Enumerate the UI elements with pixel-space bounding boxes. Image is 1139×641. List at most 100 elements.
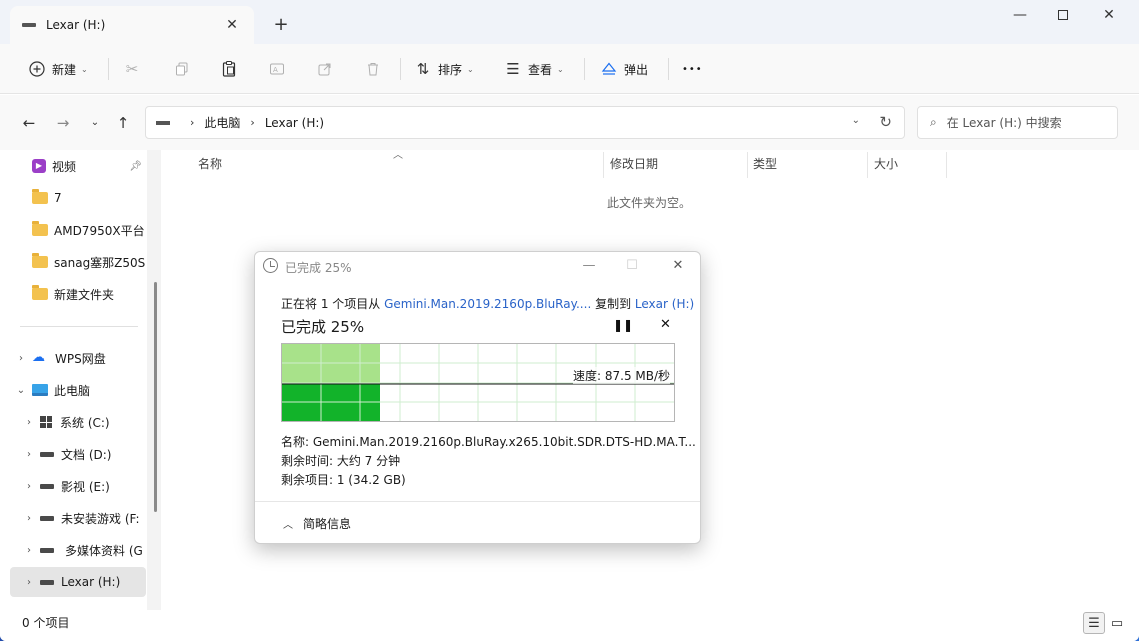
sidebar-item-drive-h[interactable]: › Lexar (H:) bbox=[10, 567, 146, 597]
close-tab-icon[interactable]: ✕ bbox=[222, 17, 242, 33]
sidebar-item-label: WPS网盘 bbox=[55, 351, 106, 366]
dialog-title-bar: 已完成 25% — ☐ ✕ bbox=[255, 252, 700, 280]
sidebar-item-sanag[interactable]: sanag塞那Z50S bbox=[10, 247, 146, 277]
column-divider[interactable] bbox=[946, 152, 947, 178]
chevron-right-icon[interactable]: › bbox=[18, 513, 40, 524]
sort-icon: ⇅ bbox=[416, 60, 430, 78]
chevron-right-icon: › bbox=[250, 116, 255, 129]
sidebar-divider bbox=[20, 326, 138, 327]
sidebar-scrollbar[interactable] bbox=[147, 150, 161, 610]
source-link[interactable]: Gemini.Man.2019.2160p.BluRay.... bbox=[384, 297, 591, 311]
svg-text:A: A bbox=[273, 66, 278, 74]
chevron-right-icon[interactable]: › bbox=[10, 353, 32, 364]
sidebar-item-drive-c[interactable]: › 系统 (C:) bbox=[10, 407, 146, 437]
breadcrumb-this-pc[interactable]: 此电脑 bbox=[204, 114, 240, 131]
computer-icon bbox=[32, 384, 48, 396]
new-button[interactable]: 新建 ⌄ bbox=[28, 54, 88, 84]
chevron-down-icon[interactable]: ⌄ bbox=[10, 385, 32, 396]
chevron-down-icon: ⌄ bbox=[467, 64, 474, 74]
tab-lexar[interactable]: Lexar (H:) ✕ bbox=[10, 6, 254, 44]
refresh-icon[interactable]: ↻ bbox=[879, 113, 892, 131]
copy-progress-dialog: 已完成 25% — ☐ ✕ 正在将 1 个项目从 Gemini.Man.2019… bbox=[254, 251, 701, 544]
folder-icon bbox=[32, 285, 48, 300]
view-label: 查看 bbox=[528, 62, 553, 77]
tiles-view-icon: ▭ bbox=[1110, 615, 1124, 631]
eject-button[interactable]: 弹出 bbox=[600, 54, 648, 84]
sidebar-item-drive-d[interactable]: › 文档 (D:) bbox=[10, 439, 146, 469]
sidebar-item-this-pc[interactable]: ⌄ 此电脑 bbox=[10, 375, 146, 405]
time-remaining: 剩余时间: 大约 7 分钟 bbox=[281, 454, 401, 468]
cut-button[interactable]: ✂ bbox=[123, 54, 147, 84]
breadcrumb-lexar[interactable]: Lexar (H:) bbox=[265, 116, 324, 130]
new-tab-button[interactable]: + bbox=[268, 12, 294, 38]
sidebar-item-drive-f[interactable]: › 未安装游戏 (F: bbox=[10, 503, 146, 533]
view-button[interactable]: ☰ 查看 ⌄ bbox=[504, 54, 564, 84]
column-divider[interactable] bbox=[747, 152, 748, 178]
more-options-button[interactable]: ••• bbox=[682, 54, 703, 84]
chevron-right-icon[interactable]: › bbox=[18, 481, 40, 492]
paste-button[interactable] bbox=[220, 54, 244, 84]
sidebar-item-folder-7[interactable]: 7 bbox=[10, 183, 146, 213]
sidebar-item-new-folder[interactable]: 新建文件夹 bbox=[10, 279, 146, 309]
copy-button[interactable] bbox=[173, 54, 197, 84]
column-header-type[interactable]: 类型 bbox=[753, 150, 777, 179]
chevron-right-icon[interactable]: › bbox=[18, 449, 40, 460]
minimize-button[interactable]: — bbox=[997, 0, 1043, 32]
command-bar: 新建 ⌄ ✂ A ⇅ 排序 ⌄ ☰ 查看 ⌄ 弹出 ••• bbox=[0, 44, 1139, 94]
column-divider[interactable] bbox=[867, 152, 868, 178]
share-button[interactable] bbox=[316, 54, 340, 84]
pause-button[interactable]: ❚❚ bbox=[613, 318, 633, 332]
address-dropdown-icon[interactable]: ⌄ bbox=[852, 115, 860, 126]
sidebar-item-drive-e[interactable]: › 影视 (E:) bbox=[10, 471, 146, 501]
less-details-button[interactable]: ︿ 简略信息 bbox=[283, 515, 351, 532]
cancel-button[interactable]: ✕ bbox=[660, 317, 671, 332]
destination-link[interactable]: Lexar (H:) bbox=[635, 297, 694, 311]
maximize-button[interactable] bbox=[1040, 0, 1086, 32]
up-button[interactable]: ↑ bbox=[112, 112, 134, 134]
chevron-right-icon[interactable]: › bbox=[18, 417, 40, 428]
file-explorer-window: Lexar (H:) ✕ + — ✕ 新建 ⌄ ✂ A ⇅ 排序 ⌄ ☰ 查看 … bbox=[0, 0, 1139, 641]
chevron-down-icon: ⌄ bbox=[557, 64, 564, 74]
sidebar-item-videos[interactable]: ▶ 视频 📌︎ bbox=[10, 151, 146, 181]
column-header-date[interactable]: 修改日期 bbox=[610, 150, 658, 179]
delete-button[interactable] bbox=[364, 54, 388, 84]
drive-icon bbox=[22, 23, 36, 27]
file-name-line: 名称: Gemini.Man.2019.2160p.BluRay.x265.10… bbox=[281, 435, 696, 449]
back-button[interactable]: ← bbox=[18, 112, 40, 134]
dialog-close-button[interactable]: ✕ bbox=[664, 256, 692, 276]
sidebar-item-wps[interactable]: › ☁ WPS网盘 bbox=[10, 343, 146, 373]
rename-icon: A bbox=[268, 60, 286, 78]
close-window-button[interactable]: ✕ bbox=[1086, 0, 1132, 32]
sidebar-item-label: sanag塞那Z50S bbox=[54, 255, 146, 270]
video-icon: ▶ bbox=[32, 159, 46, 173]
column-header-size[interactable]: 大小 bbox=[874, 150, 898, 179]
details-view-button[interactable]: ☰ bbox=[1083, 612, 1105, 634]
sort-button[interactable]: ⇅ 排序 ⌄ bbox=[414, 54, 474, 84]
copy-icon bbox=[173, 60, 191, 78]
new-label: 新建 bbox=[52, 62, 77, 77]
dialog-minimize-button[interactable]: — bbox=[575, 256, 603, 276]
drive-icon bbox=[40, 515, 54, 521]
recent-locations-button[interactable]: ⌄ bbox=[84, 112, 106, 134]
forward-button[interactable]: → bbox=[52, 112, 74, 134]
empty-folder-message: 此文件夹为空。 bbox=[607, 196, 692, 210]
tiles-view-button[interactable]: ▭ bbox=[1106, 612, 1128, 634]
scrollbar-thumb[interactable] bbox=[154, 282, 157, 512]
sidebar-item-drive-g[interactable]: › 多媒体资料 (G bbox=[10, 535, 146, 565]
sidebar-item-label: 未安装游戏 (F: bbox=[61, 511, 140, 526]
search-input[interactable] bbox=[946, 115, 1097, 130]
sidebar-item-label: Lexar (H:) bbox=[61, 575, 121, 589]
cloud-icon: ☁ bbox=[32, 350, 45, 365]
rename-button[interactable]: A bbox=[268, 54, 292, 84]
sidebar-item-label: 文档 (D:) bbox=[61, 447, 112, 462]
address-bar[interactable]: › 此电脑 › Lexar (H:) ⌄ ↻ bbox=[145, 106, 905, 139]
sidebar-item-amd7950x[interactable]: AMD7950X平台 bbox=[10, 215, 146, 245]
column-divider[interactable] bbox=[603, 152, 604, 178]
windows-drive-icon bbox=[40, 416, 52, 428]
search-box[interactable]: ⌕ bbox=[917, 106, 1118, 139]
chevron-right-icon[interactable]: › bbox=[18, 545, 40, 556]
sidebar-item-label: 影视 (E:) bbox=[61, 479, 110, 494]
share-icon bbox=[316, 60, 334, 78]
chevron-right-icon[interactable]: › bbox=[18, 577, 40, 588]
column-header-name[interactable]: 名称 bbox=[198, 150, 222, 179]
